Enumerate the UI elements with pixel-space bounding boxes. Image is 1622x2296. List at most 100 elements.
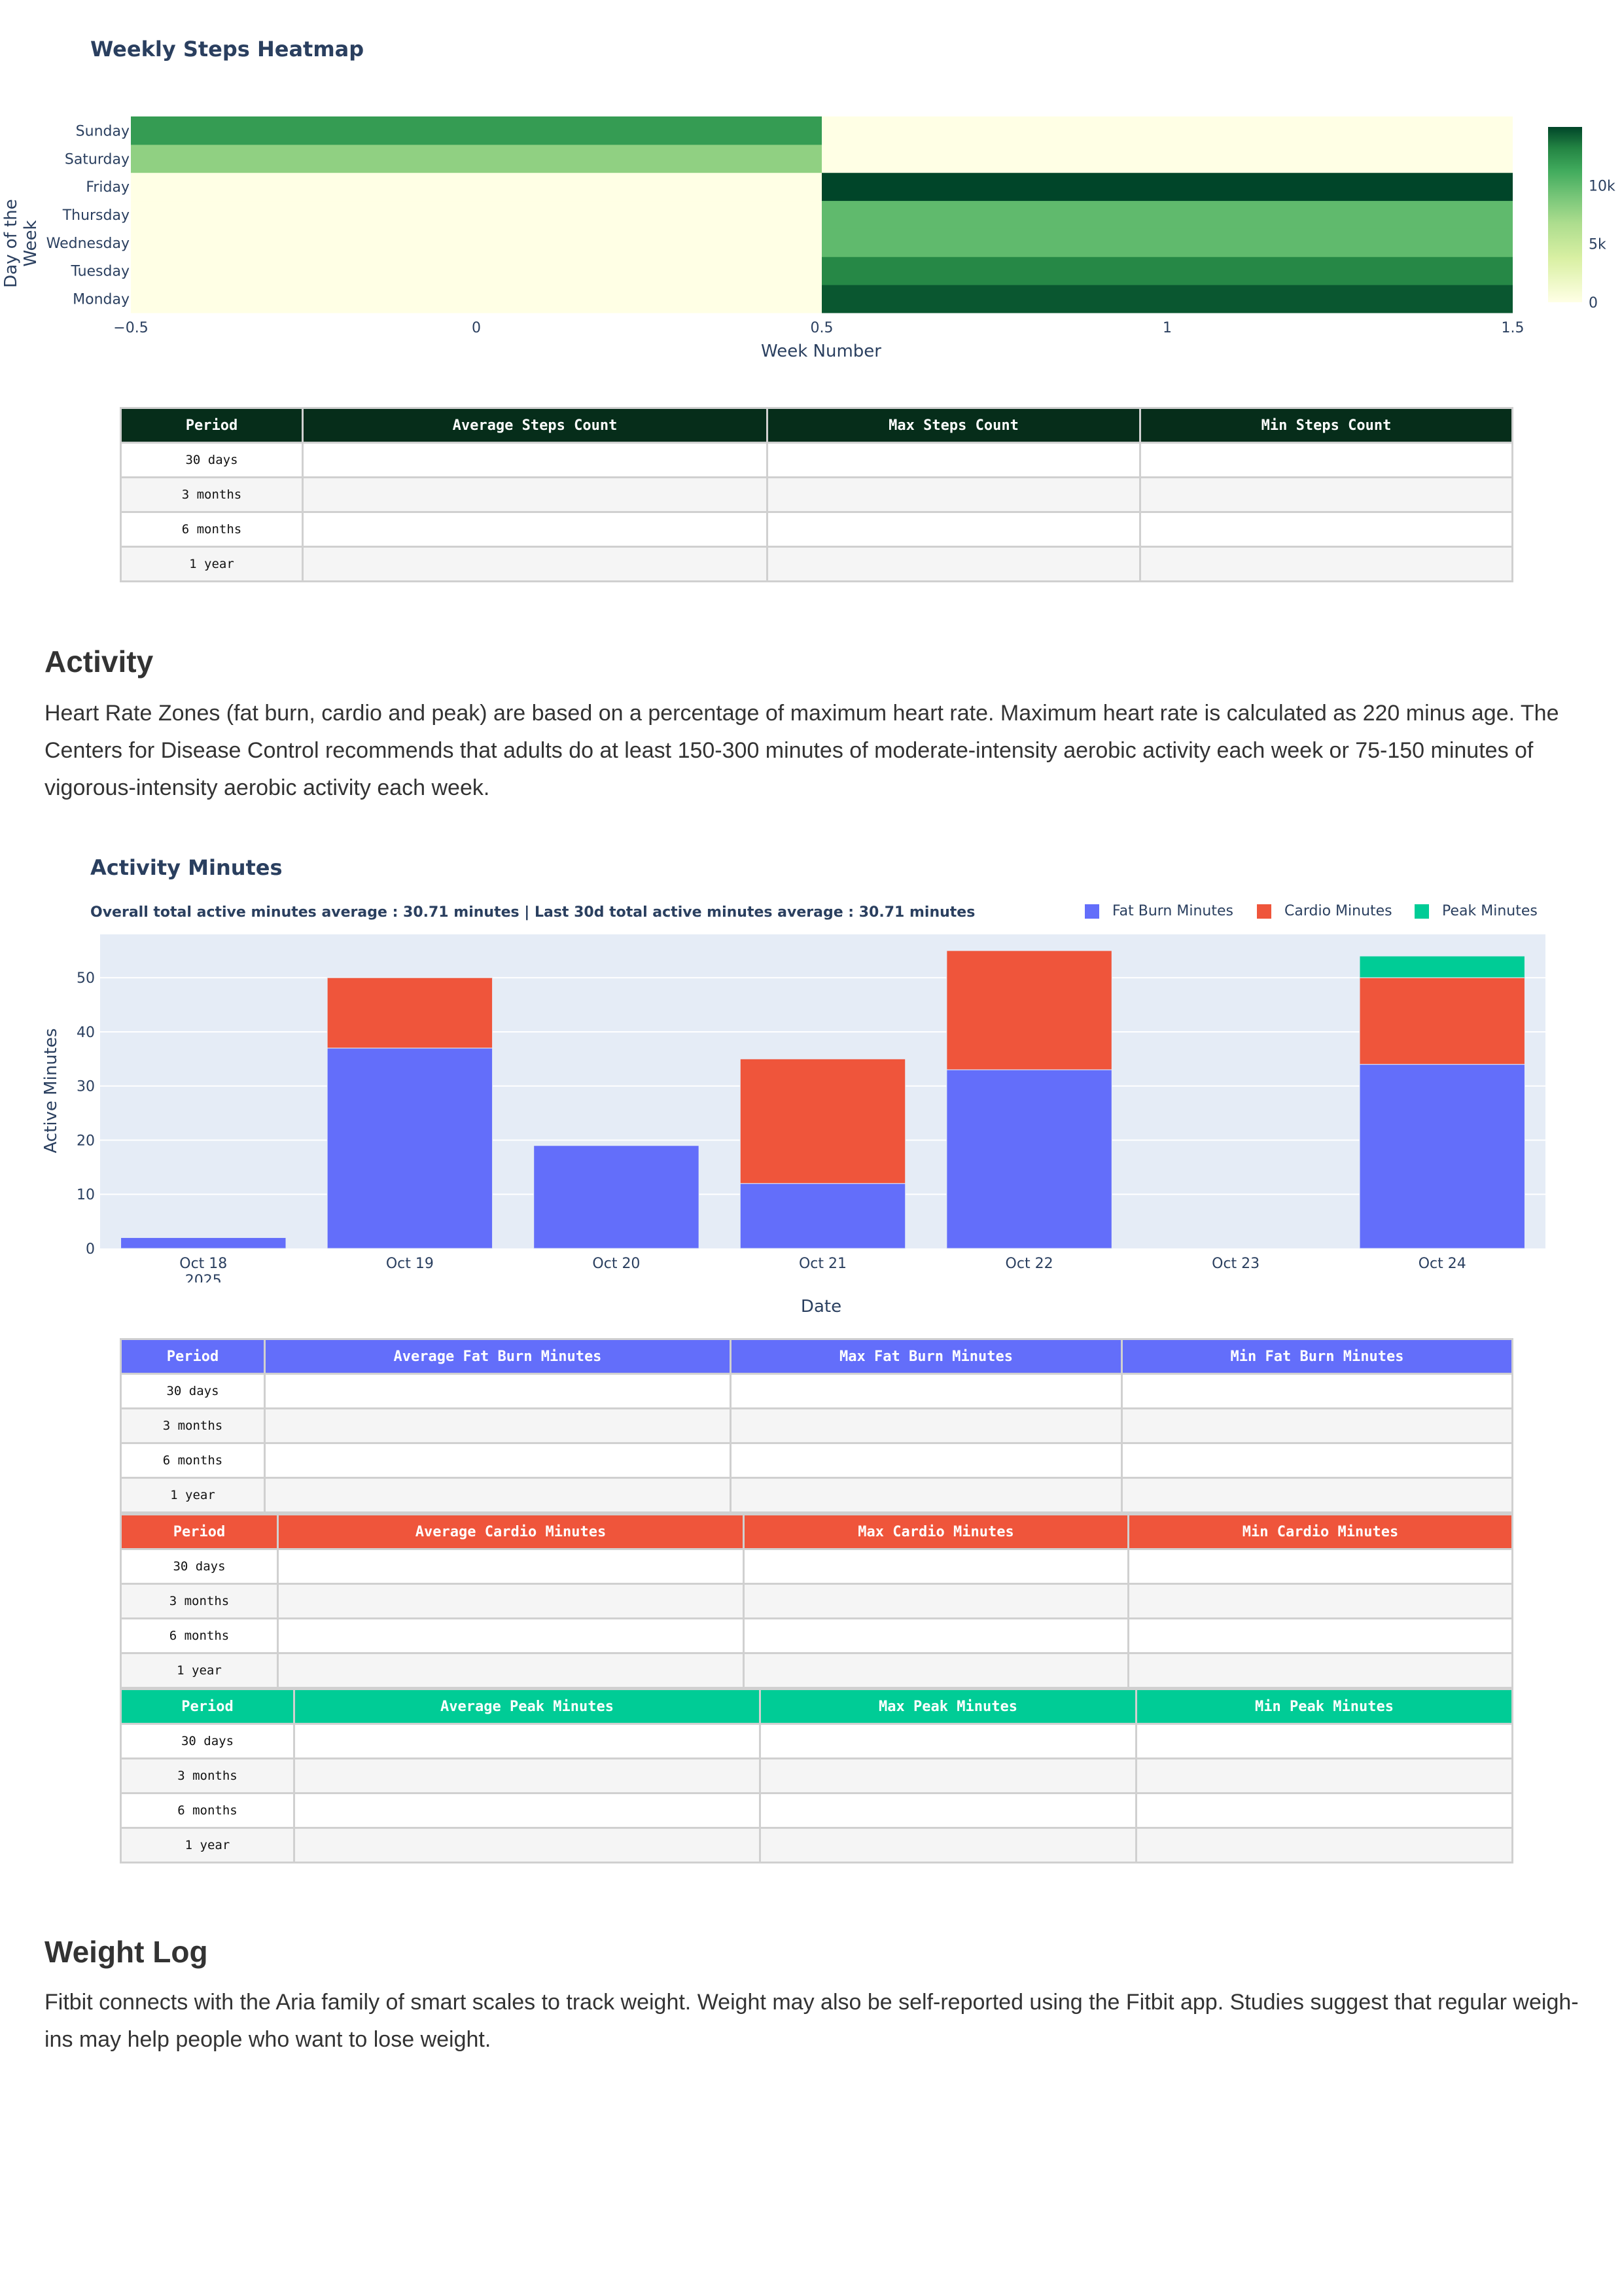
heatmap-svg: Monday Tuesday Wednesday Thursday Friday Satu… [46, 116, 1615, 336]
bar-segment [739, 1183, 906, 1249]
table-cell: 1 year [120, 1827, 295, 1863]
heatmap-cell [131, 172, 822, 202]
table-cell [1121, 1407, 1513, 1444]
table-row: 3 months [120, 1407, 1513, 1444]
x-tick-label: Oct 20 [592, 1256, 640, 1272]
table-cell [1121, 1373, 1513, 1409]
table-cell: 3 months [120, 1407, 266, 1444]
bar-segment [1359, 955, 1525, 978]
colorbar-tick-label: 0 [1589, 295, 1598, 311]
bar-segment [1359, 1064, 1525, 1249]
y-tick-label: 30 [77, 1079, 95, 1095]
x-tick-label: 0 [472, 320, 481, 336]
table-cell [759, 1827, 1137, 1863]
table-cell [730, 1407, 1123, 1444]
heatmap-cell [822, 285, 1513, 313]
colorbar-tick-label: 10k [1589, 178, 1615, 194]
table-cell [1135, 1827, 1513, 1863]
column-header: Average Peak Minutes [293, 1688, 761, 1725]
table-cell [293, 1792, 761, 1829]
table-cell [302, 546, 768, 582]
bar-segment [1359, 977, 1525, 1065]
table-cell [1127, 1617, 1513, 1654]
table-row: 6 months [120, 1442, 1513, 1479]
table-row: 3 months [120, 476, 1513, 513]
table-cell [743, 1548, 1129, 1585]
table-cell: 1 year [120, 546, 304, 582]
x-tick-label: Oct 19 [386, 1256, 434, 1272]
x-tick-label: 0.5 [811, 320, 834, 336]
x-tick-label: Oct 24 [1419, 1256, 1466, 1272]
table-cell [264, 1477, 732, 1513]
y-tick-label: Thursday [62, 207, 130, 224]
activity-bar-chart: 0 10 20 30 40 50 Oct 182025 Oct 19 Oct 20 Oct 21 O… [77, 934, 1545, 1282]
table-cell [1121, 1442, 1513, 1479]
weight-heading: Weight Log [44, 1935, 208, 1969]
column-header: Max Peak Minutes [759, 1688, 1137, 1725]
table-cell [277, 1652, 745, 1689]
x-tick-label: Oct 23 [1212, 1256, 1260, 1272]
table-row: 1 year [120, 1827, 1513, 1863]
y-tick-label: 0 [86, 1241, 95, 1258]
table-cell: 6 months [120, 1617, 279, 1654]
activity-heading: Activity [44, 645, 154, 679]
table-row: 1 year [120, 1477, 1513, 1513]
heatmap-cell [822, 200, 1513, 229]
table-cell [293, 1827, 761, 1863]
column-header: Max Steps Count [766, 407, 1141, 444]
activity-xlabel: Date [800, 1297, 842, 1316]
y-tick-label: Sunday [76, 123, 130, 139]
table-row: 30 days [120, 1373, 1513, 1409]
table-row: 3 months [120, 1757, 1513, 1794]
column-header: Average Steps Count [302, 407, 768, 444]
heatmap-cell [822, 256, 1513, 285]
y-tick-label: Saturday [65, 151, 130, 168]
cardio-stats-table: Period Average Cardio Minutes Max Cardio… [120, 1513, 1513, 1689]
table-cell: 30 days [120, 1548, 279, 1585]
activity-paragraph: Heart Rate Zones (fat burn, cardio and p… [44, 701, 1559, 800]
y-tick-label: 20 [77, 1133, 95, 1149]
table-cell: 6 months [120, 1792, 295, 1829]
table-cell: 3 months [120, 476, 304, 513]
y-tick-label: Tuesday [70, 264, 130, 280]
table-cell [1139, 546, 1513, 582]
table-cell [766, 511, 1141, 548]
weight-paragraph: Fitbit connects with the Aria family of … [44, 1990, 1579, 2052]
table-cell [730, 1442, 1123, 1479]
heatmap-cell [822, 172, 1513, 202]
bar-segment [120, 1237, 287, 1249]
column-header: Min Fat Burn Minutes [1121, 1338, 1513, 1375]
table-row: 30 days [120, 1723, 1513, 1759]
column-header: Min Steps Count [1139, 407, 1513, 444]
table-cell: 30 days [120, 1373, 266, 1409]
activity-chart-title: Activity Minutes [90, 855, 283, 880]
table-cell [730, 1477, 1123, 1513]
column-header: Period [120, 407, 304, 444]
table-cell [1139, 442, 1513, 478]
table-cell [766, 476, 1141, 513]
table-row: 6 months [120, 1792, 1513, 1829]
y-tick-label: 10 [77, 1187, 95, 1203]
column-header: Average Fat Burn Minutes [264, 1338, 732, 1375]
table-cell [302, 442, 768, 478]
bar-segment [326, 1048, 493, 1249]
y-tick-label: Wednesday [46, 236, 130, 252]
table-cell [766, 546, 1141, 582]
heatmap-cell [131, 228, 822, 257]
fat-burn-stats-table: Period Average Fat Burn Minutes Max Fat … [120, 1338, 1513, 1513]
bar-segment [533, 1145, 699, 1249]
column-header: Period [120, 1513, 279, 1550]
table-row: 1 year [120, 1652, 1513, 1689]
table-cell [277, 1617, 745, 1654]
heatmap-cell [822, 116, 1513, 145]
y-tick-label: Monday [73, 292, 130, 308]
table-cell [293, 1723, 761, 1759]
bar-segment [946, 950, 1112, 1070]
x-tick-label: 1.5 [1502, 320, 1525, 336]
y-tick-label: Friday [86, 179, 130, 196]
bar-segment [946, 1069, 1112, 1249]
heatmap-cell [131, 256, 822, 285]
table-cell [743, 1652, 1129, 1689]
x-tick-label: Oct 22 [1006, 1256, 1053, 1272]
peak-stats-table: Period Average Peak Minutes Max Peak Min… [120, 1688, 1513, 1863]
